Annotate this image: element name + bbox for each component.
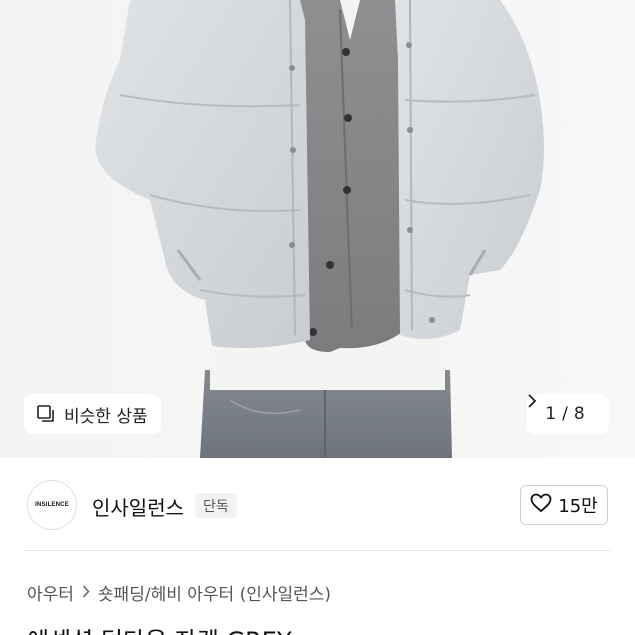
image-pager[interactable]: 1 / 8 — [527, 394, 609, 434]
shop-info: INSILENCE 인사일런스 단독 15만 — [0, 458, 635, 553]
shop-name[interactable]: 인사일런스 — [92, 492, 184, 521]
product-title: 에센셜 덕다운 자켓 GREY — [27, 621, 292, 635]
similar-products-icon — [36, 404, 56, 424]
product-photo — [0, 0, 635, 458]
heart-icon — [530, 493, 552, 518]
pager-total: 8 — [573, 404, 585, 424]
exclusive-badge-label: 단독 — [203, 498, 229, 515]
breadcrumb-item-category[interactable]: 숏패딩/헤비 아우터 (인사일런스) — [98, 580, 331, 605]
similar-products-button[interactable]: 비슷한 상품 — [24, 394, 161, 434]
exclusive-badge: 단독 — [195, 493, 237, 518]
like-count: 15만 — [558, 496, 598, 517]
pager-current: 1 — [545, 404, 557, 424]
shop-logo[interactable]: INSILENCE — [27, 480, 77, 530]
product-image[interactable]: 비슷한 상품 1 / 8 — [0, 0, 635, 458]
similar-products-label: 비슷한 상품 — [64, 406, 148, 427]
shop-logo-text: INSILENCE — [35, 502, 69, 508]
breadcrumb-item-outer[interactable]: 아우터 — [27, 580, 74, 605]
like-button[interactable]: 15만 — [520, 485, 608, 525]
pager-separator: / — [562, 404, 568, 424]
chevron-right-icon — [82, 584, 90, 602]
divider — [24, 550, 611, 551]
breadcrumb: 아우터 숏패딩/헤비 아우터 (인사일런스) — [27, 580, 331, 605]
